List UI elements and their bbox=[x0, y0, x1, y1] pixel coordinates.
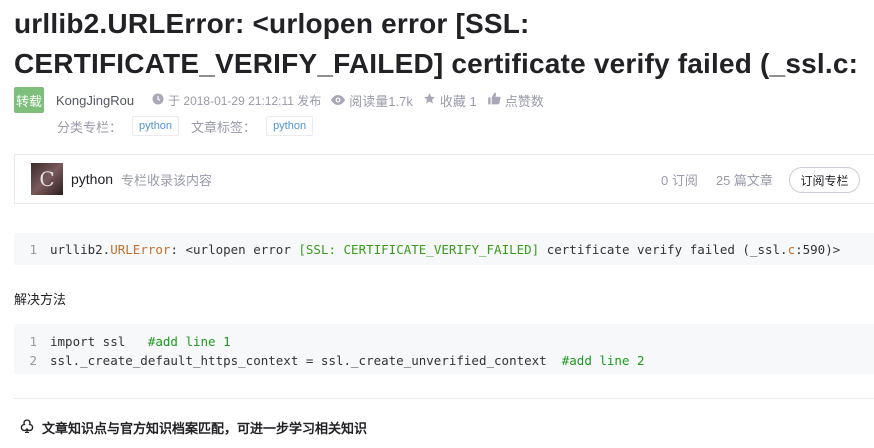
column-name[interactable]: python bbox=[71, 171, 113, 187]
code-token: import ssl bbox=[50, 334, 148, 349]
thumbs-up-icon bbox=[487, 92, 505, 108]
line-number: 1 bbox=[29, 334, 37, 349]
section-heading: 解决方法 bbox=[14, 292, 67, 307]
column-articles: 25 篇文章 bbox=[715, 172, 773, 188]
publish-time: 于 2018-01-29 21:12:11 发布 bbox=[152, 92, 321, 109]
column-avatar-letter: C bbox=[39, 167, 55, 191]
code-token: ssl._create_default_https_context = ssl.… bbox=[50, 353, 562, 368]
code-token: [SSL: CERTIFICATE_VERIFY_FAILED] bbox=[298, 242, 540, 257]
code-block-1[interactable]: 1 urllib2. URLError: <urlopen error [SSL: … bbox=[14, 233, 874, 265]
divider bbox=[14, 398, 874, 399]
author-link[interactable]: KongJingRou bbox=[56, 93, 134, 108]
favorite-button[interactable]: 收藏 1 bbox=[423, 91, 477, 110]
article-title: urllib2.URLError: <urlopen error [SSL: C… bbox=[14, 8, 859, 79]
clock-icon bbox=[152, 93, 168, 108]
eye-icon bbox=[331, 93, 349, 108]
line-number: 2 bbox=[29, 353, 37, 368]
column-card: C python 专栏收录该内容 0 订阅 25 篇文章 订阅专栏 bbox=[14, 154, 874, 204]
category-tag[interactable]: python bbox=[132, 116, 180, 136]
article-tags-label: 文章标签： bbox=[191, 119, 257, 135]
code-token: URLError bbox=[110, 242, 171, 257]
code-token: :590)> bbox=[795, 242, 841, 257]
code-token: c bbox=[787, 242, 796, 257]
like-label: 点赞数 bbox=[504, 93, 544, 109]
code-token: urllib2. bbox=[50, 242, 111, 257]
view-count: 阅读量1.7k bbox=[331, 91, 413, 110]
knowledge-banner: 文章知识点与官方知识档案匹配，可进一步学习相关知识 bbox=[20, 418, 367, 437]
repost-badge: 转载 bbox=[14, 87, 44, 113]
article-meta: 转载 KongJingRou 于 2018-01-29 21:12:11 发布 … bbox=[14, 87, 554, 113]
tags-row: 分类专栏： python 文章标签： python bbox=[57, 115, 325, 137]
article-tag[interactable]: python bbox=[266, 116, 314, 136]
like-button[interactable]: 点赞数 bbox=[487, 91, 544, 110]
code-token: #add line 2 bbox=[561, 353, 645, 368]
view-count-text: 阅读量1.7k bbox=[349, 93, 413, 109]
code-line: 1 urllib2. URLError: <urlopen error [SSL: … bbox=[14, 240, 874, 259]
code-token: #add line 1 bbox=[147, 334, 231, 349]
subscribe-column-button[interactable]: 订阅专栏 bbox=[789, 167, 860, 193]
category-label: 分类专栏： bbox=[57, 119, 123, 135]
favorite-count: 收藏 1 bbox=[439, 93, 477, 109]
column-stats: 0 订阅 25 篇文章 bbox=[661, 155, 791, 203]
column-avatar[interactable]: C bbox=[31, 163, 63, 195]
knowledge-icon bbox=[20, 419, 42, 436]
code-line: 1 import ssl #add line 1 bbox=[14, 332, 874, 351]
star-icon bbox=[423, 92, 440, 108]
column-desc: 专栏收录该内容 bbox=[121, 172, 213, 188]
code-token: certificate verify failed (_ssl. bbox=[539, 242, 788, 257]
column-subscribers: 0 订阅 bbox=[661, 172, 698, 188]
knowledge-text: 文章知识点与官方知识档案匹配，可进一步学习相关知识 bbox=[42, 421, 368, 436]
code-block-2[interactable]: 1 import ssl #add line 1 2 ssl._create_defa… bbox=[14, 324, 874, 374]
line-number: 1 bbox=[29, 242, 37, 257]
code-token: : <urlopen error bbox=[170, 242, 299, 257]
publish-time-text: 于 2018-01-29 21:12:11 发布 bbox=[168, 93, 322, 108]
code-line: 2 ssl._create_default_https_context = ssl… bbox=[14, 351, 874, 370]
